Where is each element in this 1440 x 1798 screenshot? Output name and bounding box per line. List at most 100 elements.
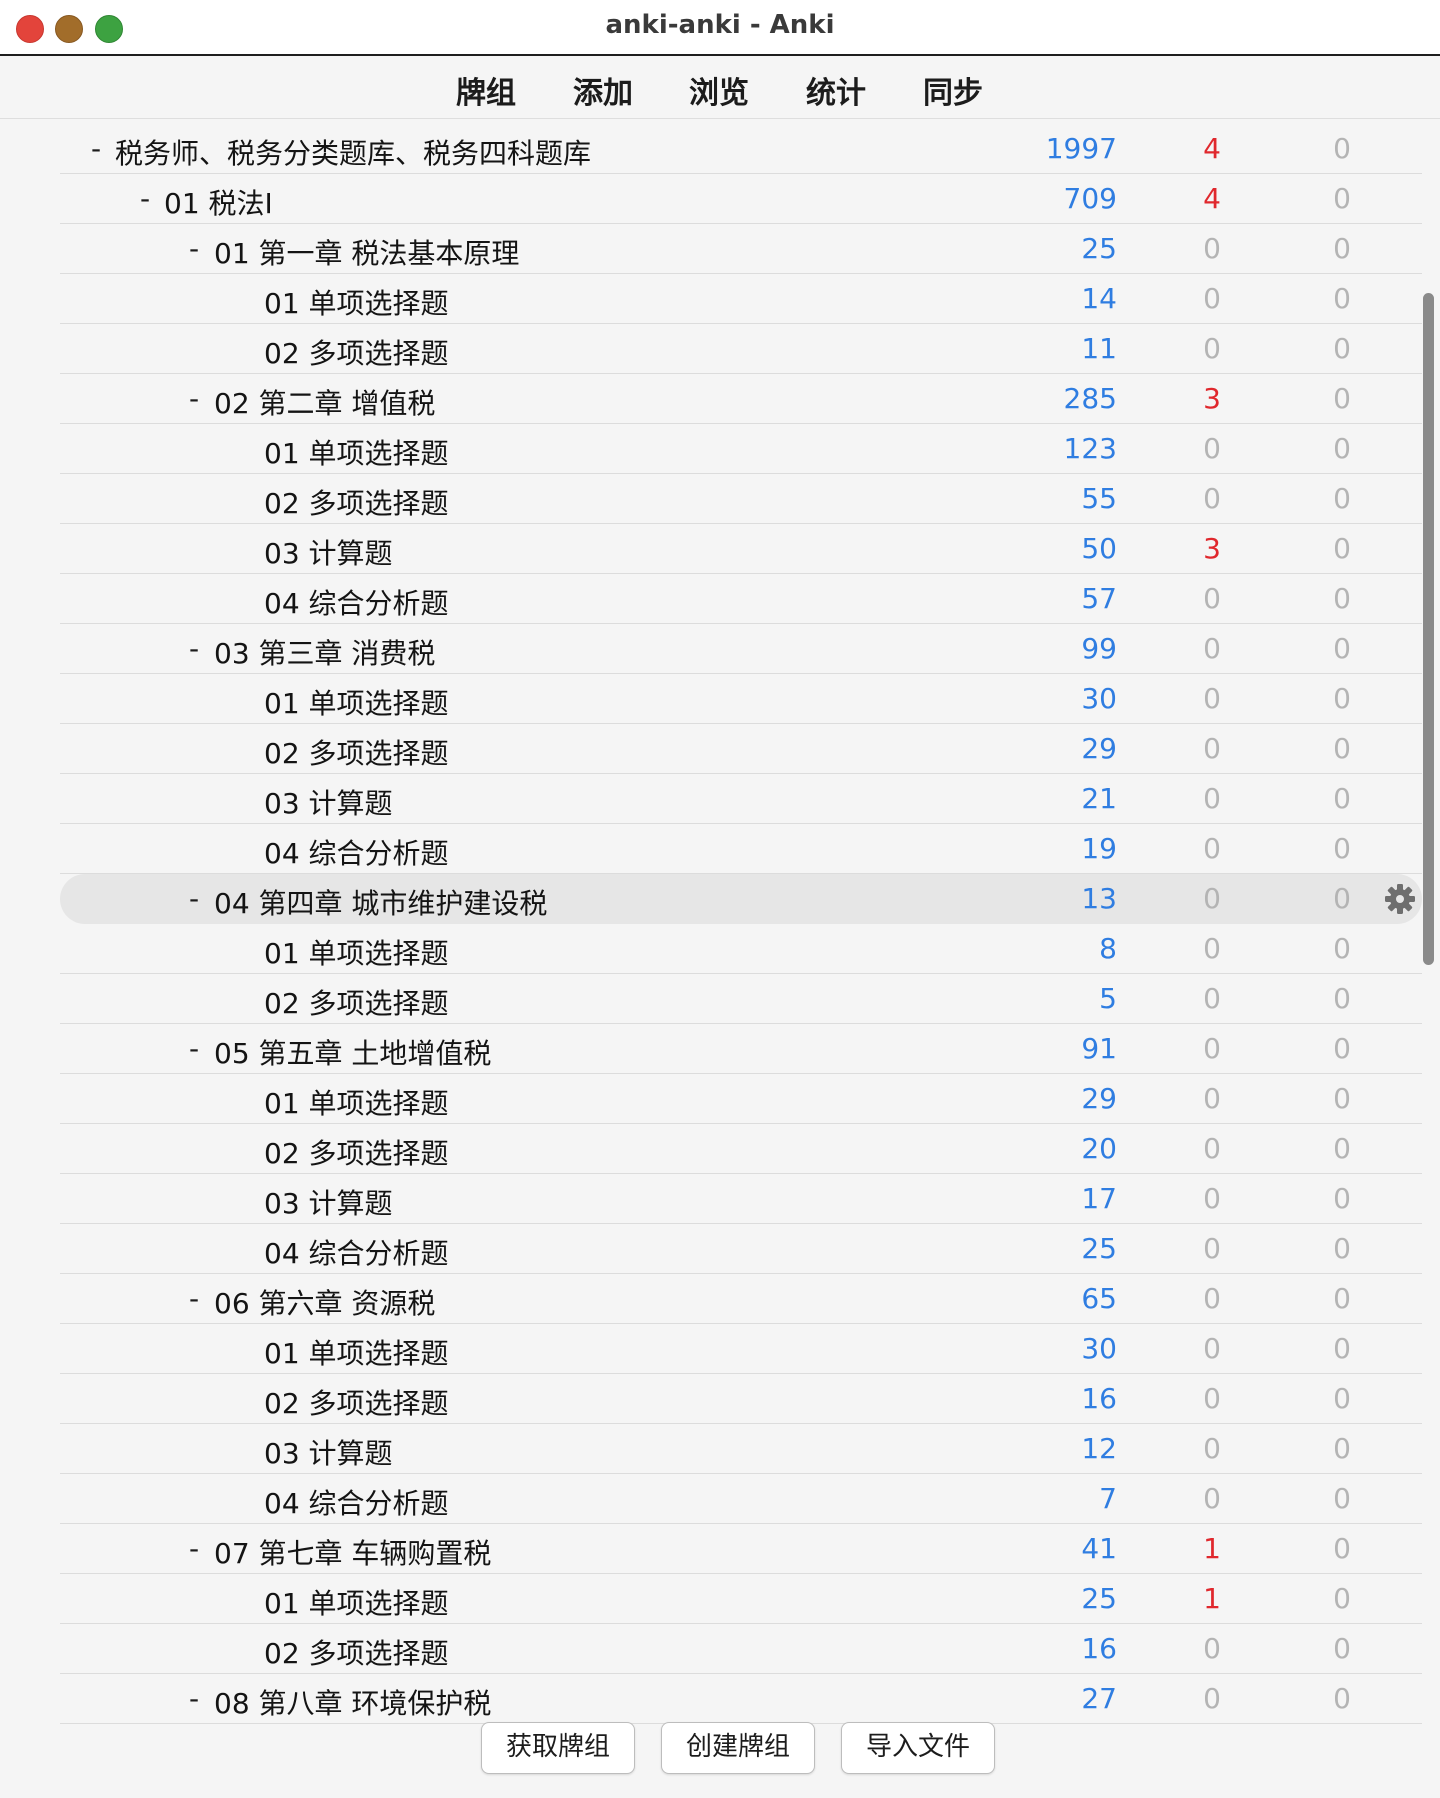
due-count: 20 bbox=[1081, 1132, 1117, 1165]
deck-name[interactable]: 02 多项选择题 bbox=[264, 732, 449, 772]
deck-name[interactable]: 02 多项选择题 bbox=[264, 1132, 449, 1172]
create-deck-button[interactable]: 创建牌组 bbox=[661, 1722, 815, 1774]
deck-row[interactable]: 01 单项选择题 8 0 0 bbox=[60, 924, 1422, 974]
deck-row[interactable]: 02 多项选择题 5 0 0 bbox=[60, 974, 1422, 1024]
collapse-toggle[interactable]: - bbox=[133, 182, 157, 215]
deck-name[interactable]: 02 第二章 增值税 bbox=[214, 382, 435, 422]
deck-row[interactable]: 01 单项选择题 25 1 0 bbox=[60, 1574, 1422, 1624]
deck-name[interactable]: 01 单项选择题 bbox=[264, 932, 449, 972]
gear-icon[interactable] bbox=[1384, 883, 1416, 915]
collapse-toggle[interactable]: - bbox=[182, 1282, 206, 1315]
deck-name[interactable]: 04 第四章 城市维护建设税 bbox=[214, 882, 547, 922]
deck-row[interactable]: 01 单项选择题 30 0 0 bbox=[60, 1324, 1422, 1374]
deck-name[interactable]: 税务师、税务分类题库、税务四科题库 bbox=[115, 132, 591, 172]
deck-name[interactable]: 03 计算题 bbox=[264, 1432, 393, 1472]
deck-name[interactable]: 02 多项选择题 bbox=[264, 1382, 449, 1422]
deck-row[interactable]: 02 多项选择题 16 0 0 bbox=[60, 1374, 1422, 1424]
deck-name[interactable]: 01 单项选择题 bbox=[264, 1082, 449, 1122]
deck-name[interactable]: 07 第七章 车辆购置税 bbox=[214, 1532, 491, 1572]
new-count: 0 bbox=[1203, 882, 1221, 915]
deck-row[interactable]: -07 第七章 车辆购置税 41 1 0 bbox=[60, 1524, 1422, 1574]
learn-count: 0 bbox=[1333, 932, 1351, 965]
deck-row[interactable]: 02 多项选择题 20 0 0 bbox=[60, 1124, 1422, 1174]
deck-row[interactable]: 03 计算题 17 0 0 bbox=[60, 1174, 1422, 1224]
deck-name[interactable]: 02 多项选择题 bbox=[264, 1632, 449, 1672]
deck-row[interactable]: -04 第四章 城市维护建设税 13 0 0 bbox=[60, 874, 1422, 924]
deck-row[interactable]: -06 第六章 资源税 65 0 0 bbox=[60, 1274, 1422, 1324]
deck-row[interactable]: 04 综合分析题 7 0 0 bbox=[60, 1474, 1422, 1524]
deck-name[interactable]: 01 单项选择题 bbox=[264, 1332, 449, 1372]
deck-row[interactable]: 01 单项选择题 30 0 0 bbox=[60, 674, 1422, 724]
collapse-toggle[interactable]: - bbox=[84, 132, 108, 165]
new-count: 0 bbox=[1203, 482, 1221, 515]
toolbar-browse[interactable]: 浏览 bbox=[689, 68, 749, 112]
deck-name[interactable]: 02 多项选择题 bbox=[264, 982, 449, 1022]
collapse-toggle[interactable]: - bbox=[182, 1532, 206, 1565]
collapse-toggle[interactable]: - bbox=[182, 1682, 206, 1715]
collapse-toggle[interactable]: - bbox=[182, 232, 206, 265]
collapse-toggle[interactable]: - bbox=[182, 1032, 206, 1065]
deck-name[interactable]: 04 综合分析题 bbox=[264, 1482, 449, 1522]
deck-name[interactable]: 02 多项选择题 bbox=[264, 332, 449, 372]
deck-row[interactable]: 04 综合分析题 25 0 0 bbox=[60, 1224, 1422, 1274]
new-count: 0 bbox=[1203, 1032, 1221, 1065]
learn-count: 0 bbox=[1333, 782, 1351, 815]
learn-count: 0 bbox=[1333, 1682, 1351, 1715]
deck-row[interactable]: 02 多项选择题 29 0 0 bbox=[60, 724, 1422, 774]
deck-row[interactable]: 04 综合分析题 57 0 0 bbox=[60, 574, 1422, 624]
due-count: 17 bbox=[1081, 1182, 1117, 1215]
deck-name[interactable]: 03 计算题 bbox=[264, 1182, 393, 1222]
deck-name[interactable]: 04 综合分析题 bbox=[264, 1232, 449, 1272]
deck-name[interactable]: 01 税法I bbox=[164, 182, 273, 222]
learn-count: 0 bbox=[1333, 1382, 1351, 1415]
scrollbar-thumb[interactable] bbox=[1423, 293, 1434, 965]
new-count: 3 bbox=[1203, 382, 1221, 415]
deck-name[interactable]: 01 单项选择题 bbox=[264, 432, 449, 472]
deck-row[interactable]: 02 多项选择题 16 0 0 bbox=[60, 1624, 1422, 1674]
deck-name[interactable]: 08 第八章 环境保护税 bbox=[214, 1682, 491, 1722]
toolbar-add[interactable]: 添加 bbox=[573, 68, 633, 112]
deck-row[interactable]: 02 多项选择题 11 0 0 bbox=[60, 324, 1422, 374]
learn-count: 0 bbox=[1333, 882, 1351, 915]
deck-name[interactable]: 01 单项选择题 bbox=[264, 682, 449, 722]
deck-name[interactable]: 01 单项选择题 bbox=[264, 1582, 449, 1622]
deck-name[interactable]: 03 第三章 消费税 bbox=[214, 632, 435, 672]
learn-count: 0 bbox=[1333, 482, 1351, 515]
deck-row[interactable]: -01 第一章 税法基本原理 25 0 0 bbox=[60, 224, 1422, 274]
deck-row[interactable]: 01 单项选择题 123 0 0 bbox=[60, 424, 1422, 474]
deck-row[interactable]: 01 单项选择题 14 0 0 bbox=[60, 274, 1422, 324]
deck-name[interactable]: 05 第五章 土地增值税 bbox=[214, 1032, 491, 1072]
new-count: 0 bbox=[1203, 1332, 1221, 1365]
deck-name[interactable]: 01 单项选择题 bbox=[264, 282, 449, 322]
get-shared-decks-button[interactable]: 获取牌组 bbox=[481, 1722, 635, 1774]
deck-row[interactable]: - 税务师、税务分类题库、税务四科题库 1997 4 0 bbox=[60, 124, 1422, 174]
deck-row[interactable]: -03 第三章 消费税 99 0 0 bbox=[60, 624, 1422, 674]
deck-row[interactable]: 01 单项选择题 29 0 0 bbox=[60, 1074, 1422, 1124]
deck-row[interactable]: -05 第五章 土地增值税 91 0 0 bbox=[60, 1024, 1422, 1074]
collapse-toggle[interactable]: - bbox=[182, 632, 206, 665]
toolbar-decks[interactable]: 牌组 bbox=[456, 68, 516, 112]
deck-name[interactable]: 06 第六章 资源税 bbox=[214, 1282, 435, 1322]
deck-row[interactable]: 03 计算题 21 0 0 bbox=[60, 774, 1422, 824]
deck-name[interactable]: 02 多项选择题 bbox=[264, 482, 449, 522]
collapse-toggle[interactable]: - bbox=[182, 382, 206, 415]
deck-name[interactable]: 04 综合分析题 bbox=[264, 582, 449, 622]
toolbar-stats[interactable]: 统计 bbox=[806, 68, 866, 112]
deck-row[interactable]: -01 税法I 709 4 0 bbox=[60, 174, 1422, 224]
due-count: 709 bbox=[1063, 182, 1117, 215]
deck-name[interactable]: 04 综合分析题 bbox=[264, 832, 449, 872]
deck-row[interactable]: 04 综合分析题 19 0 0 bbox=[60, 824, 1422, 874]
new-count: 0 bbox=[1203, 1382, 1221, 1415]
due-count: 5 bbox=[1099, 982, 1117, 1015]
deck-name[interactable]: 03 计算题 bbox=[264, 532, 393, 572]
import-file-button[interactable]: 导入文件 bbox=[841, 1722, 995, 1774]
deck-row[interactable]: 03 计算题 50 3 0 bbox=[60, 524, 1422, 574]
collapse-toggle[interactable]: - bbox=[182, 882, 206, 915]
deck-row[interactable]: 02 多项选择题 55 0 0 bbox=[60, 474, 1422, 524]
deck-name[interactable]: 01 第一章 税法基本原理 bbox=[214, 232, 519, 272]
deck-name[interactable]: 03 计算题 bbox=[264, 782, 393, 822]
deck-row[interactable]: -02 第二章 增值税 285 3 0 bbox=[60, 374, 1422, 424]
toolbar-sync[interactable]: 同步 bbox=[923, 68, 983, 112]
deck-row[interactable]: 03 计算题 12 0 0 bbox=[60, 1424, 1422, 1474]
deck-row[interactable]: -08 第八章 环境保护税 27 0 0 bbox=[60, 1674, 1422, 1724]
